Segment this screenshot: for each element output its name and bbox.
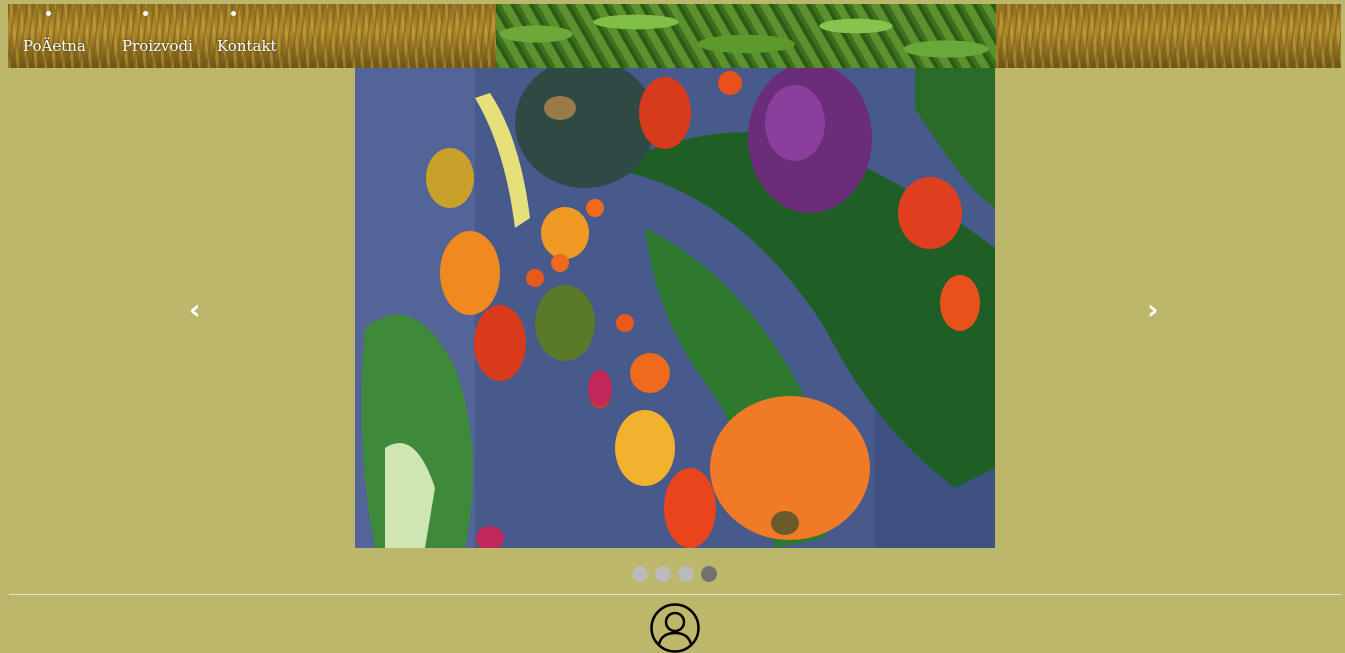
header-banner: PoÄetna Proizvodi Kontakt [8, 4, 1341, 68]
divider [9, 594, 1341, 595]
nav-item-proizvodi: Proizvodi [108, 4, 202, 68]
banner-image [496, 4, 996, 68]
nav-link-proizvodi[interactable]: Proizvodi [122, 37, 193, 55]
nav-link-pocetna[interactable]: PoÄetna [23, 37, 86, 55]
nav-bullet [143, 11, 148, 16]
nav-item-kontakt: Kontakt [202, 4, 282, 68]
slideshow-image [355, 68, 995, 548]
vegetables-illustration [355, 68, 995, 548]
slideshow-dots [632, 566, 717, 582]
slide-dot-1[interactable] [632, 566, 648, 582]
main-nav: PoÄetna Proizvodi Kontakt [8, 4, 282, 68]
user-profile-icon[interactable] [650, 603, 700, 653]
slide-dot-4[interactable] [701, 566, 717, 582]
slideshow-prev-arrow[interactable]: ‹ [189, 296, 201, 324]
nav-bullet [231, 11, 236, 16]
nav-item-pocetna: PoÄetna [8, 4, 108, 68]
nav-bullet [46, 11, 51, 16]
nav-link-kontakt[interactable]: Kontakt [217, 37, 277, 55]
slide-dot-2[interactable] [655, 566, 671, 582]
slide-dot-3[interactable] [678, 566, 694, 582]
slideshow-next-arrow[interactable]: › [1147, 296, 1159, 324]
